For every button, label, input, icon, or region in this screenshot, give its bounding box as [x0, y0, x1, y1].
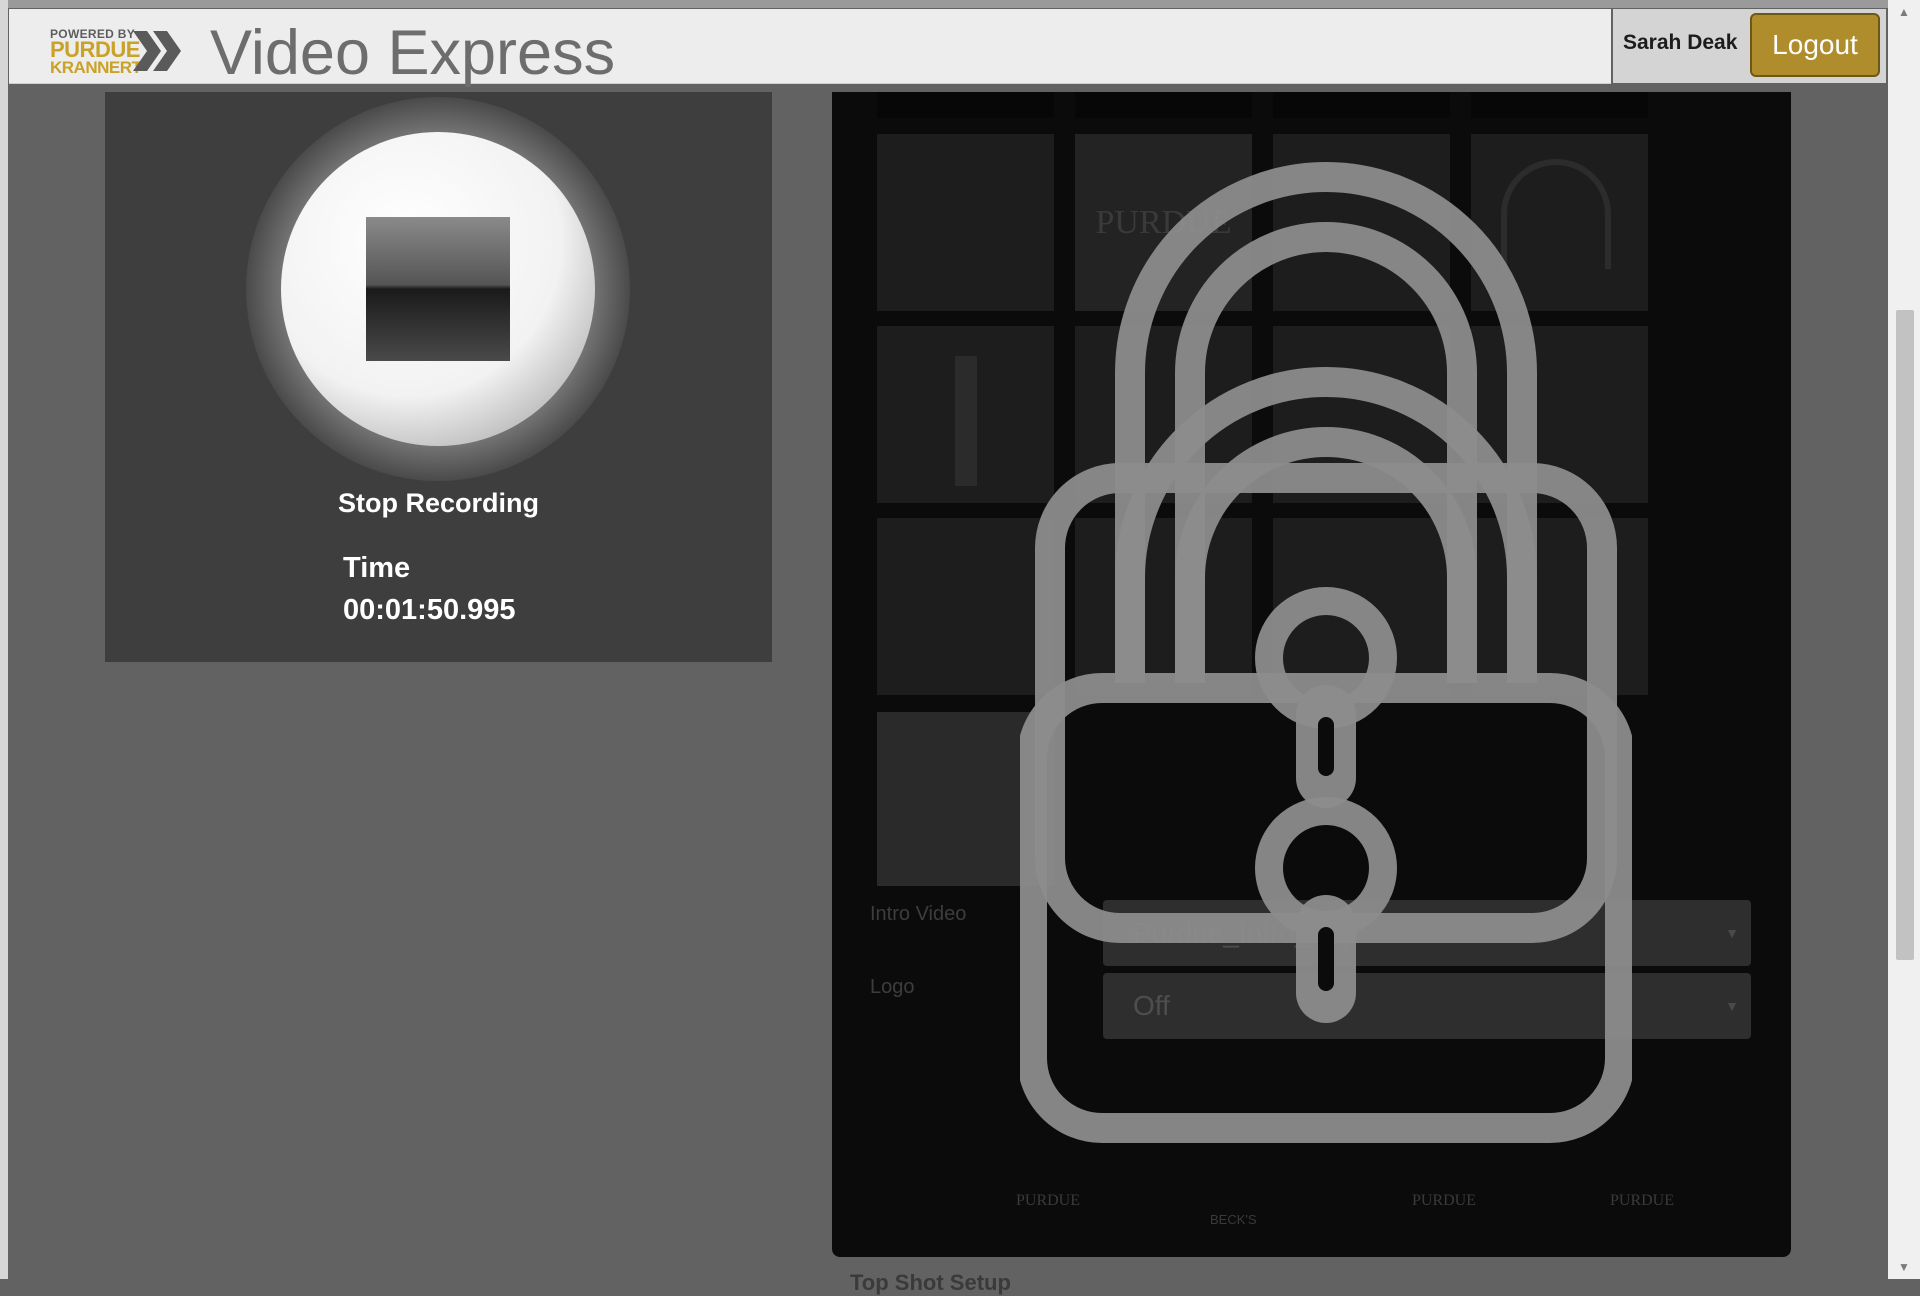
footer-logo[interactable]: PURDUE: [1610, 1192, 1674, 1210]
stop-recording-label: Stop Recording: [338, 488, 539, 518]
background-thumbnail[interactable]: [1273, 92, 1450, 118]
lock-icon: [1020, 162, 1632, 1143]
dropdown-caret-icon: ▼: [1725, 925, 1739, 941]
logo-label: Logo: [870, 976, 915, 998]
vertical-scrollbar[interactable]: ▲ ▼: [1888, 0, 1920, 1279]
logout-button[interactable]: Logout: [1750, 13, 1880, 77]
stop-recording-button[interactable]: [245, 96, 631, 482]
background-thumbnail[interactable]: [1471, 92, 1648, 118]
chevron-right-icon: [133, 31, 181, 71]
background-thumbnail[interactable]: [1075, 92, 1252, 118]
logo-krannert: KRANNERT: [50, 58, 142, 77]
background-thumbnail[interactable]: [877, 92, 1054, 118]
time-label: Time: [343, 552, 411, 584]
dropdown-caret-icon: ▼: [1725, 998, 1739, 1014]
stop-square-icon: [366, 217, 510, 361]
footer-logo[interactable]: PURDUE: [1016, 1192, 1080, 1210]
user-area: Sarah Deak Logout: [1613, 9, 1886, 83]
footer-logo[interactable]: BECK'S: [1210, 1212, 1257, 1227]
recorder-panel: Stop Recording Time 00:01:50.995: [105, 92, 772, 662]
app-title: Video Express: [210, 18, 616, 88]
app-header: POWERED BY PURDUE KRANNERT Video Express: [9, 9, 1611, 88]
window-left-edge: [0, 0, 8, 1279]
scroll-up-arrow-icon[interactable]: ▲: [1888, 0, 1920, 24]
purdue-krannert-logo[interactable]: POWERED BY PURDUE KRANNERT: [41, 19, 183, 77]
window-top-edge: [0, 0, 1920, 8]
footer-logo[interactable]: PURDUE: [1412, 1192, 1476, 1210]
user-name: Sarah Deak: [1623, 31, 1738, 54]
time-value: 00:01:50.995: [343, 594, 516, 626]
scroll-down-arrow-icon[interactable]: ▼: [1888, 1255, 1920, 1279]
intro-video-label: Intro Video: [870, 903, 967, 925]
scrollbar-thumb[interactable]: [1896, 310, 1914, 960]
section-heading-peek: Top Shot Setup: [850, 1270, 1011, 1295]
